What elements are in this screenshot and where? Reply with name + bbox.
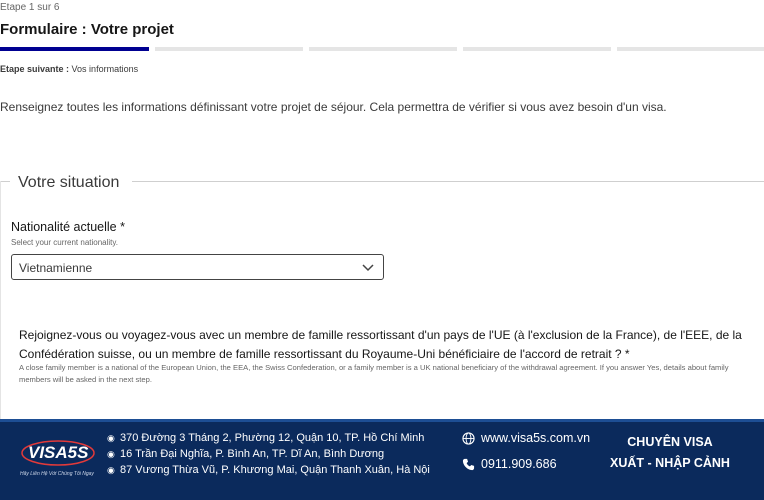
progress-segment-1 (0, 47, 149, 51)
next-step-info: Etape suivante : Vos informations (0, 64, 138, 74)
form-title: Formulaire : Votre projet (0, 21, 174, 38)
step-indicator: Etape 1 sur 6 (0, 2, 60, 13)
footer-banner: VISA5S Hãy Liên Hệ Với Chúng Tôi Ngay ◉ 3… (0, 419, 764, 500)
location-pin-icon: ◉ (107, 449, 115, 459)
address-1: ◉ 370 Đường 3 Tháng 2, Phường 12, Quận 10… (107, 432, 424, 444)
nationality-label: Nationalité actuelle * (11, 220, 125, 234)
family-member-question: Rejoignez-vous ou voyagez-vous avec un m… (19, 328, 742, 361)
fieldset-legend: Votre situation (18, 174, 120, 191)
fieldset-border-vertical (0, 181, 1, 421)
phone-icon (462, 459, 475, 471)
phone-link[interactable]: 0911.909.686 (462, 457, 557, 471)
address-text: 16 Trần Đại Nghĩa, P. Bình An, TP. Dĩ An… (120, 448, 385, 460)
address-text: 87 Vương Thừa Vũ, P. Khương Mai, Quận Th… (120, 464, 430, 476)
address-3: ◉ 87 Vương Thừa Vũ, P. Khương Mai, Quận T… (107, 464, 430, 476)
progress-segment-3 (309, 47, 457, 51)
fieldset-border-left (0, 181, 10, 182)
phone-text: 0911.909.686 (481, 457, 557, 471)
logo-text: VISA5S (28, 443, 89, 462)
footer-top-border (0, 419, 764, 422)
nationality-hint: Select your current nationality. (11, 238, 119, 247)
next-step-label: Etape suivante : (0, 64, 70, 74)
address-2: ◉ 16 Trần Đại Nghĩa, P. Bình An, TP. Dĩ A… (107, 448, 384, 460)
progress-segment-4 (463, 47, 611, 51)
tagline-line-2: XUẤT - NHẬP CẢNH (610, 456, 730, 470)
address-text: 370 Đường 3 Tháng 2, Phường 12, Quận 10,… (120, 432, 425, 444)
progress-segment-5 (617, 47, 764, 51)
nationality-select[interactable]: Vietnamienne (11, 254, 384, 280)
next-step-value: Vos informations (71, 64, 139, 74)
website-text: www.visa5s.com.vn (481, 431, 591, 445)
fieldset-border-right (132, 181, 764, 182)
nationality-selected-value: Vietnamienne (19, 261, 93, 275)
progress-bar (0, 47, 764, 52)
location-pin-icon: ◉ (107, 433, 115, 443)
progress-segment-2 (155, 47, 303, 51)
chevron-down-icon (362, 264, 374, 272)
intro-text: Renseignez toutes les informations défin… (0, 100, 667, 114)
website-link[interactable]: www.visa5s.com.vn (462, 431, 590, 445)
family-member-hint: A close family member is a national of t… (19, 363, 729, 384)
globe-icon (462, 432, 475, 445)
tagline-line-1: CHUYÊN VISA (627, 435, 713, 449)
visa5s-logo: VISA5S Hãy Liên Hệ Với Chúng Tôi Ngay (18, 431, 98, 485)
location-pin-icon: ◉ (107, 465, 115, 475)
logo-slogan: Hãy Liên Hệ Với Chúng Tôi Ngay (20, 471, 94, 477)
